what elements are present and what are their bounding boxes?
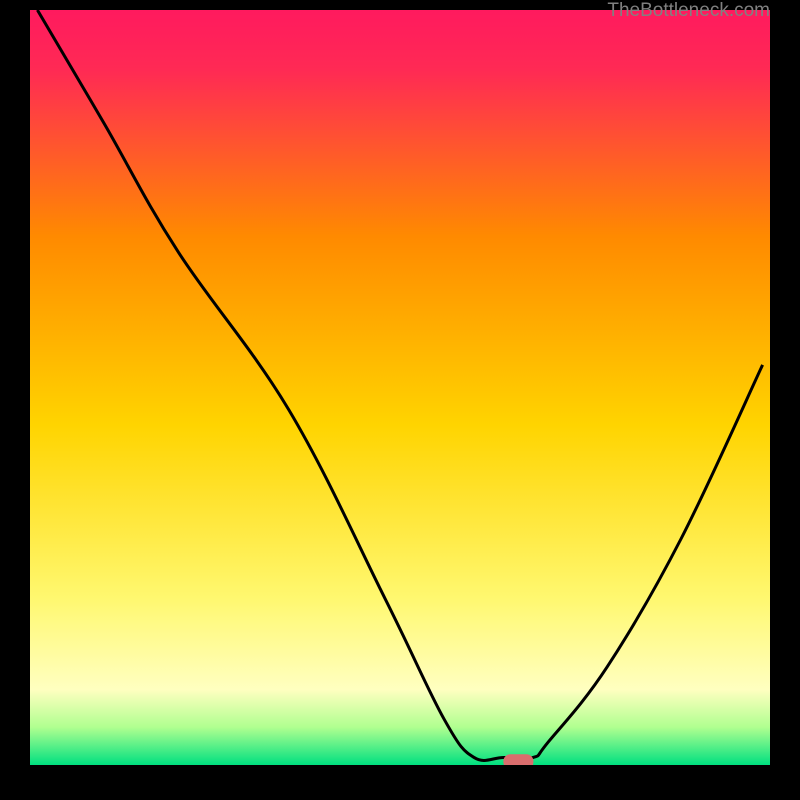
optimal-marker (503, 754, 533, 765)
chart-svg (30, 10, 770, 765)
chart-container (30, 10, 770, 765)
watermark-text: TheBottleneck.com (607, 0, 770, 22)
gradient-background (30, 10, 770, 765)
